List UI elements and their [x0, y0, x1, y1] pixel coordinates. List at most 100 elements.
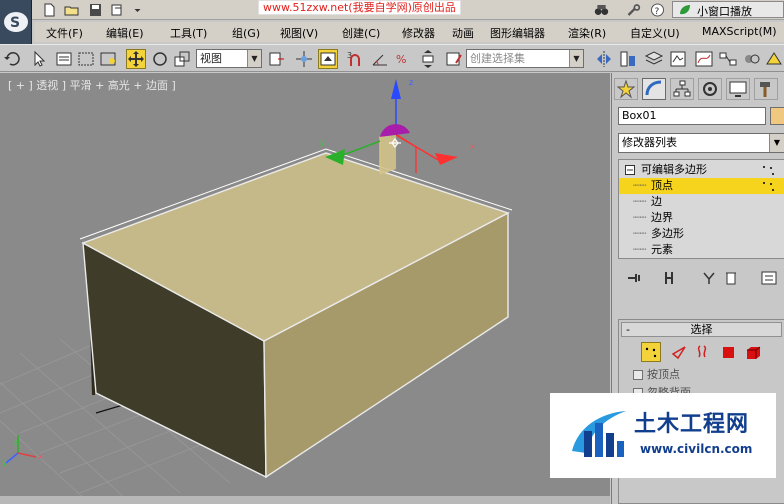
binoculars-icon[interactable]	[594, 3, 609, 17]
rotate-icon[interactable]	[150, 49, 170, 69]
menu-graph-editors[interactable]: 图形编辑器	[490, 25, 545, 41]
menu-views[interactable]: 视图(V)	[280, 25, 318, 41]
remove-modifier-icon[interactable]	[722, 269, 740, 287]
pin-stack-icon[interactable]	[626, 269, 644, 287]
stack-root-item[interactable]: 可编辑多边形	[619, 162, 784, 178]
selection-rollout-header[interactable]: - 选择	[621, 322, 782, 337]
stack-item-edge[interactable]: ┈┈ 边	[619, 194, 784, 210]
menu-rendering[interactable]: 渲染(R)	[568, 25, 606, 41]
scale-icon[interactable]	[172, 49, 192, 69]
schematic-view-icon[interactable]	[718, 49, 738, 69]
move-gizmo[interactable]: x y z	[320, 78, 475, 175]
pivot-center-icon[interactable]	[266, 49, 286, 69]
menu-group[interactable]: 组(G)	[232, 25, 260, 41]
3dsmax-logo-icon: S	[4, 12, 28, 32]
open-folder-icon[interactable]	[64, 3, 79, 17]
menu-maxscript[interactable]: MAXScript(M)	[702, 25, 777, 38]
checkbox-box[interactable]	[633, 370, 643, 380]
vertex-dots-icon	[763, 166, 774, 175]
stack-item-polygon[interactable]: ┈┈ 多边形	[619, 226, 784, 242]
menu-edit[interactable]: 编辑(E)	[106, 25, 144, 41]
menu-animation[interactable]: 动画	[452, 25, 474, 41]
corner-y-label: z	[14, 438, 18, 447]
object-name-field[interactable]: Box01	[618, 107, 766, 125]
x-axis-arrow[interactable]	[435, 153, 458, 165]
render-setup-icon[interactable]	[764, 49, 784, 69]
material-editor-icon[interactable]	[742, 49, 762, 69]
motion-icon	[703, 82, 717, 96]
keyboard-shortcut-override-button[interactable]	[318, 49, 338, 69]
tab-utilities[interactable]	[754, 78, 778, 100]
save-icon[interactable]	[88, 3, 103, 17]
rectangular-selection-icon[interactable]	[76, 49, 96, 69]
select-by-name-icon[interactable]	[54, 49, 74, 69]
collapse-minus-icon[interactable]	[625, 165, 635, 175]
menu-create[interactable]: 创建(C)	[342, 25, 380, 41]
3dsmax-window: www.51zxw.net(我要自学网)原创出品 ? 小窗口播放 S 文件(F)…	[0, 0, 784, 504]
layer-manager-icon[interactable]	[644, 49, 664, 69]
graphite-modeling-icon[interactable]	[668, 49, 688, 69]
by-vertex-checkbox[interactable]: 按顶点	[633, 368, 680, 382]
tab-create[interactable]	[614, 78, 638, 100]
site-logo-watermark: 土木工程网 www.civilcn.com	[550, 393, 776, 478]
make-unique-icon[interactable]	[700, 269, 718, 287]
selection-rollout-title: 选择	[690, 323, 713, 336]
perspective-viewport[interactable]: [ + ] 透视 ] 平滑 + 高光 + 边面 ] x y z z x y	[0, 73, 610, 504]
select-polygon-icon[interactable]	[719, 342, 739, 362]
modifier-list-dropdown[interactable]: 修改器列表 ▼	[618, 133, 784, 153]
curve-editor-icon[interactable]	[694, 49, 714, 69]
chevron-down-icon: ▼	[569, 50, 583, 67]
tab-motion[interactable]	[698, 78, 722, 100]
edit-named-selection-icon[interactable]	[444, 49, 464, 69]
stack-item-border[interactable]: ┈┈ 边界	[619, 210, 784, 226]
dropdown-arrow-icon[interactable]	[130, 3, 145, 17]
spinner-snap-icon[interactable]	[418, 49, 438, 69]
modifier-stack: 可编辑多边形 ┈┈ 顶点 ┈┈ 边 ┈┈ 边界 ┈┈ 多边形 ┈┈ 元素	[618, 159, 784, 259]
select-edge-icon[interactable]	[669, 342, 689, 362]
percent-snap-icon[interactable]: %	[394, 49, 414, 69]
new-file-icon[interactable]	[42, 3, 57, 17]
menu-tools[interactable]: 工具(T)	[170, 25, 207, 41]
angle-snap-icon[interactable]	[370, 49, 390, 69]
select-border-icon[interactable]	[693, 342, 713, 362]
object-color-swatch[interactable]	[770, 107, 784, 125]
z-axis-arrow[interactable]	[391, 79, 401, 99]
window-crossing-icon[interactable]	[98, 49, 118, 69]
show-end-result-icon[interactable]	[660, 269, 678, 287]
display-monitor-icon	[729, 81, 747, 97]
app-logo[interactable]: S	[0, 0, 32, 44]
configure-modifier-sets-icon[interactable]	[760, 269, 778, 287]
select-and-move-button[interactable]	[126, 49, 146, 69]
select-vertex-button[interactable]	[641, 342, 661, 362]
leaf-icon	[680, 5, 690, 15]
mini-window-button[interactable]: 小窗口播放	[672, 1, 784, 18]
stack-item-element[interactable]: ┈┈ 元素	[619, 242, 784, 258]
tab-hierarchy[interactable]	[670, 78, 694, 100]
undo-icon[interactable]	[2, 49, 22, 69]
tab-modify[interactable]	[642, 78, 666, 100]
select-element-icon[interactable]	[743, 342, 763, 362]
reference-coordinate-combo[interactable]: 视图 ▼	[196, 49, 262, 68]
snap-3d-icon[interactable]: 3	[346, 49, 366, 69]
select-manipulate-icon[interactable]	[294, 49, 314, 69]
align-icon[interactable]	[618, 49, 638, 69]
select-object-icon[interactable]	[30, 49, 50, 69]
menu-modifiers[interactable]: 修改器	[402, 25, 435, 41]
stack-item-label: 顶点	[651, 179, 673, 192]
building-logo-icon	[572, 411, 626, 457]
modify-arc-icon	[645, 80, 662, 96]
menu-file[interactable]: 文件(F)	[46, 25, 83, 41]
move-icon	[128, 51, 144, 67]
viewport-canvas: x y z z x y	[0, 78, 513, 504]
named-selection-set-combo[interactable]: 创建选择集 ▼	[466, 49, 584, 68]
tab-display[interactable]	[726, 78, 750, 100]
vertex-dots-icon	[763, 182, 774, 191]
tools-icon[interactable]	[626, 3, 641, 17]
menu-customize[interactable]: 自定义(U)	[630, 25, 680, 41]
timeline-strip[interactable]	[0, 496, 610, 504]
help-icon[interactable]: ?	[650, 3, 665, 17]
viewport-label[interactable]: [ + ] 透视 ] 平滑 + 高光 + 边面 ]	[8, 77, 176, 93]
save-options-icon[interactable]	[110, 3, 125, 17]
stack-item-vertex[interactable]: ┈┈ 顶点	[619, 178, 784, 194]
mirror-icon[interactable]	[594, 49, 614, 69]
